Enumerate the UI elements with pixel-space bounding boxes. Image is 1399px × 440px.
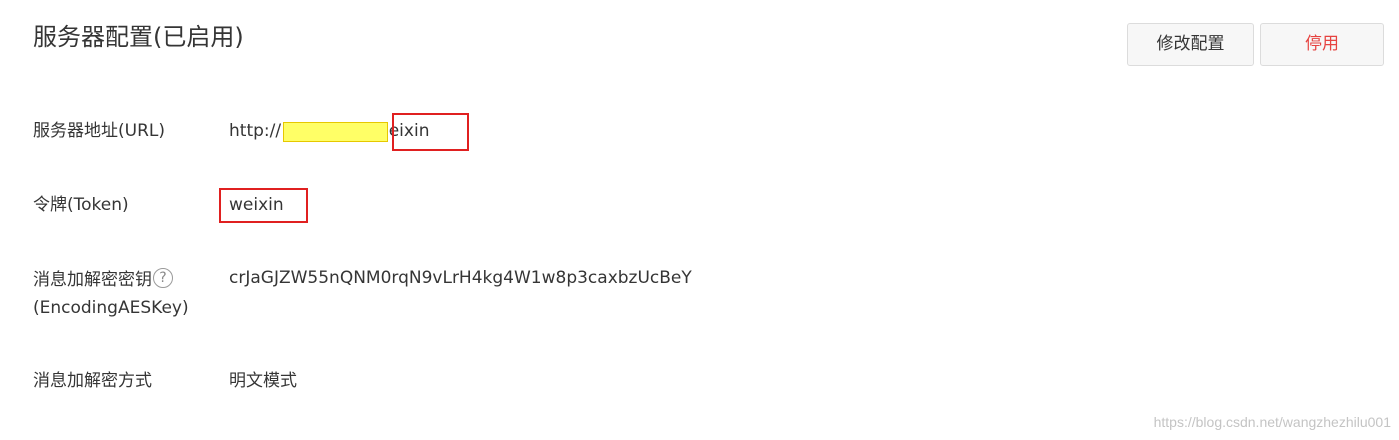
encryption-mode-value: 明文模式 <box>229 371 297 391</box>
url-prefix: http:// <box>229 121 282 141</box>
aes-key-value: crJaGJZW55nQNM0rqN9vLrH4kg4W1w8p3caxbzUc… <box>229 268 692 288</box>
edit-config-button[interactable]: 修改配置 <box>1127 23 1254 66</box>
redaction-highlight <box>283 122 388 142</box>
aes-key-label: 消息加解密密钥? (EncodingAESKey) <box>33 266 189 322</box>
watermark: https://blog.csdn.net/wangzhezhilu001 <box>1153 414 1391 430</box>
token-label: 令牌(Token) <box>33 195 129 215</box>
aes-key-label-line2: (EncodingAESKey) <box>33 298 189 318</box>
question-circle-icon[interactable]: ? <box>153 268 173 288</box>
url-annotation-box <box>392 113 469 151</box>
disable-button[interactable]: 停用 <box>1260 23 1384 66</box>
page-title: 服务器配置(已启用) <box>33 23 244 51</box>
encryption-mode-label: 消息加解密方式 <box>33 371 152 391</box>
aes-key-label-line1: 消息加解密密钥 <box>33 270 152 290</box>
url-label: 服务器地址(URL) <box>33 121 165 141</box>
token-annotation-box <box>219 188 308 223</box>
